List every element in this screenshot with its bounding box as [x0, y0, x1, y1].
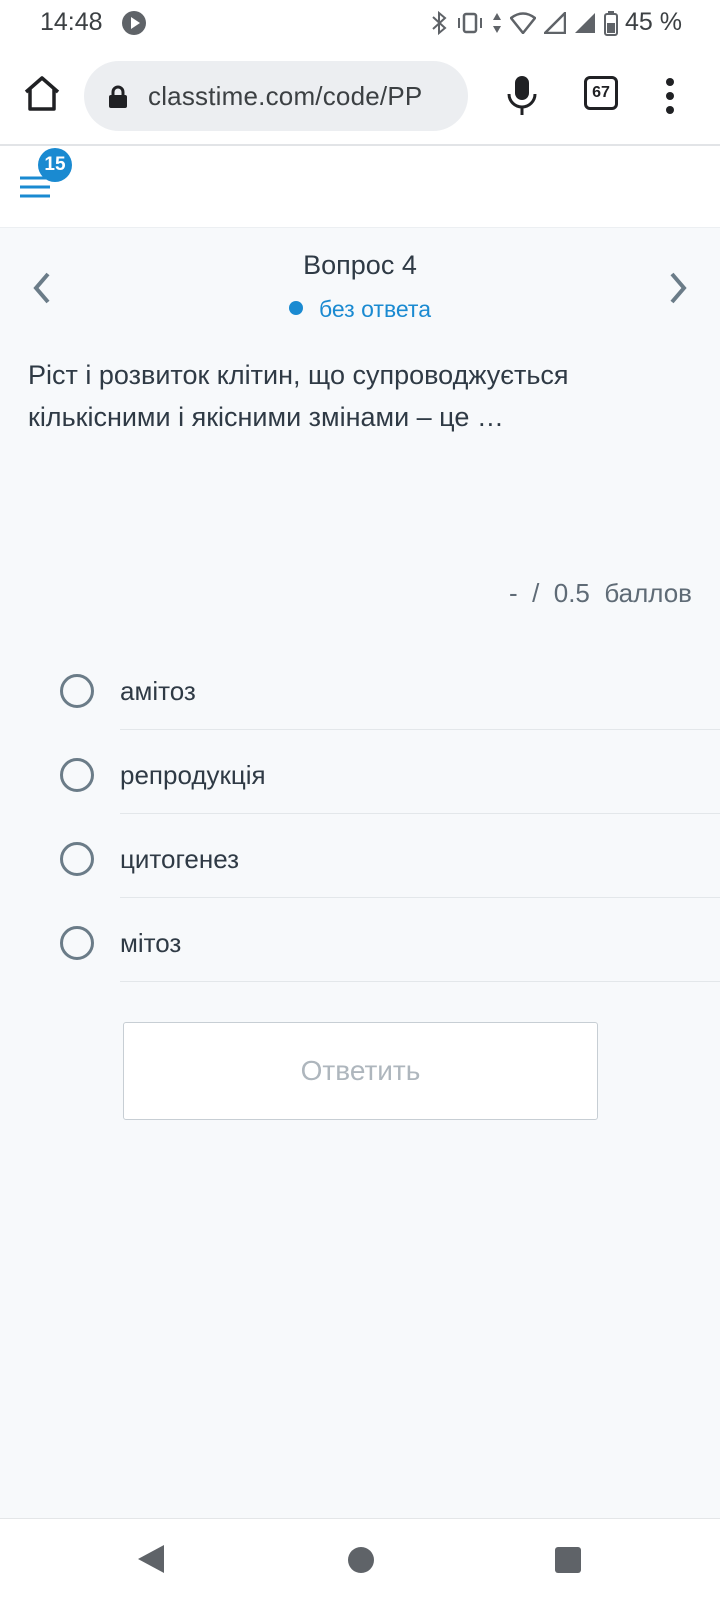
mic-icon[interactable] — [502, 72, 542, 118]
radio-button[interactable] — [60, 842, 94, 876]
answer-option[interactable]: мітоз — [0, 914, 720, 998]
question-status-label: без ответа — [318, 296, 431, 322]
status-bar: 14:48 45 % — [0, 0, 720, 48]
vibrate-icon — [458, 12, 482, 34]
answer-option[interactable]: репродукція — [0, 746, 720, 830]
signal-icon-2 — [575, 13, 595, 33]
home-icon[interactable] — [22, 74, 62, 114]
answer-option-label: цитогенез — [120, 844, 240, 874]
status-icons — [430, 10, 618, 36]
question-status: без ответа — [0, 296, 720, 323]
question-text: Ріст і розвиток клітин, що супроводжуєть… — [28, 360, 569, 432]
bluetooth-icon — [432, 10, 447, 36]
play-icon — [122, 11, 146, 35]
app-header: 15 — [0, 146, 720, 228]
radio-button[interactable] — [60, 926, 94, 960]
radio-button[interactable] — [60, 674, 94, 708]
answer-option[interactable]: цитогенез — [0, 830, 720, 914]
battery-icon — [604, 11, 618, 36]
data-arrows-icon — [493, 13, 501, 33]
more-menu-icon[interactable] — [660, 76, 680, 116]
lock-icon — [109, 85, 127, 108]
back-icon[interactable] — [136, 1543, 166, 1575]
question-title: Вопрос 4 — [303, 250, 417, 280]
signal-icon — [544, 12, 566, 34]
answer-option-label: мітоз — [120, 928, 182, 958]
divider — [120, 981, 720, 982]
status-dot-icon — [288, 301, 303, 315]
browser-toolbar: classtime.com/code/PP 67 — [0, 48, 720, 146]
chevron-right-icon[interactable] — [664, 268, 692, 308]
url-text: classtime.com/code/PP — [148, 81, 423, 111]
wifi-icon — [510, 12, 536, 34]
home-nav-icon[interactable] — [348, 1547, 374, 1573]
tab-switcher-button[interactable]: 67 — [584, 76, 618, 110]
radio-button[interactable] — [60, 758, 94, 792]
notification-badge: 15 — [38, 148, 72, 182]
answer-option-label: амітоз — [120, 676, 196, 706]
answer-option[interactable]: амітоз — [0, 662, 720, 746]
points-label: - / 0.5 баллов — [508, 578, 692, 608]
divider — [120, 729, 720, 730]
question-navigation: Вопрос 4 без ответа — [0, 228, 720, 328]
answer-options: амітоз репродукція цитогенез мітоз — [0, 662, 720, 998]
answer-option-label: репродукція — [120, 760, 266, 790]
battery-percent: 45 % — [625, 8, 682, 36]
system-navigation-bar — [0, 1518, 720, 1600]
status-time: 14:48 — [40, 8, 103, 36]
divider — [120, 897, 720, 898]
submit-answer-button[interactable]: Ответить — [123, 1022, 598, 1120]
address-bar[interactable]: classtime.com/code/PP — [84, 61, 468, 131]
divider — [120, 813, 720, 814]
recent-apps-icon[interactable] — [555, 1547, 581, 1573]
